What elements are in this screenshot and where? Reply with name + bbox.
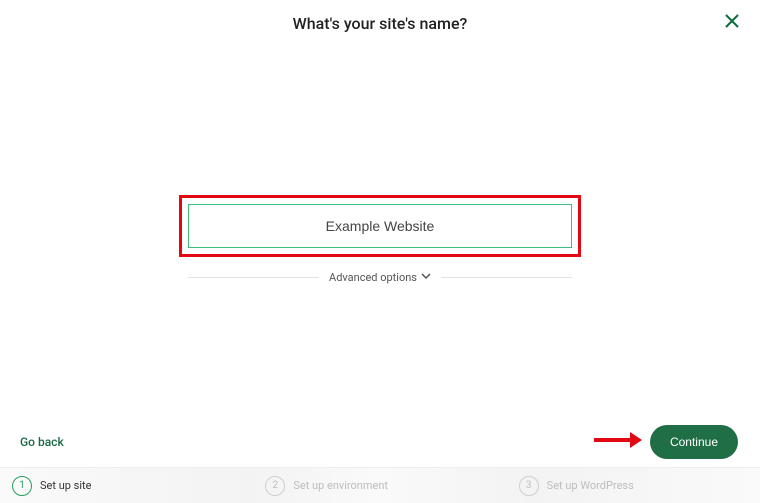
step-label: Set up WordPress — [547, 479, 634, 492]
page-title: What's your site's name? — [0, 14, 760, 33]
continue-button[interactable]: Continue — [650, 425, 738, 459]
input-highlight-annotation — [179, 195, 581, 257]
divider-left — [188, 277, 319, 278]
step-2: 2 Set up environment — [253, 476, 506, 496]
step-1: 1 Set up site — [0, 476, 253, 496]
close-icon — [725, 13, 739, 32]
chevron-down-icon — [421, 271, 431, 284]
steps-progress-bar: 1 Set up site 2 Set up environment 3 Set… — [0, 467, 760, 503]
go-back-link[interactable]: Go back — [20, 435, 64, 449]
arrow-annotation-icon — [592, 429, 642, 455]
step-number-badge: 2 — [265, 476, 285, 496]
step-3: 3 Set up WordPress — [507, 476, 760, 496]
advanced-options-toggle[interactable]: Advanced options — [329, 271, 431, 284]
site-name-input[interactable] — [188, 204, 572, 248]
close-button[interactable] — [720, 10, 744, 34]
step-number-badge: 3 — [519, 476, 539, 496]
step-label: Set up site — [40, 479, 91, 492]
step-number-badge: 1 — [12, 476, 32, 496]
advanced-options-label: Advanced options — [329, 271, 417, 284]
step-label: Set up environment — [293, 479, 388, 492]
divider-right — [441, 277, 572, 278]
